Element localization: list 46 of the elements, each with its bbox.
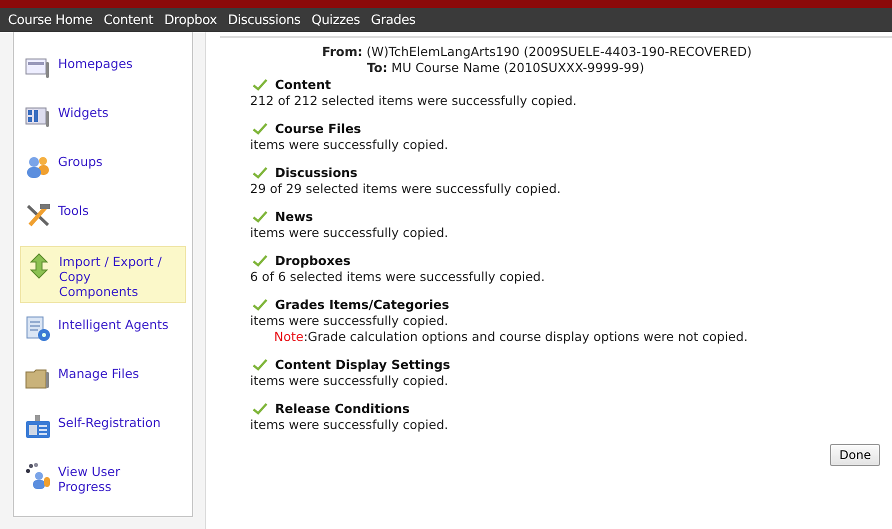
section-title: Content Display Settings — [275, 357, 450, 372]
tools-icon — [24, 201, 52, 229]
sidebar-link[interactable]: View User Progress — [58, 462, 170, 494]
to-text: To: MU Course Name (2010SUXXX-9999-99) — [366, 60, 646, 76]
result-message: 29 of 29 selected items were successfully copied. — [250, 181, 562, 197]
result-message: items were successfully copied. — [250, 313, 450, 329]
nav-link[interactable]: Dropbox — [164, 12, 217, 28]
section-title: Course Files — [275, 121, 362, 136]
section-title: Discussions — [275, 165, 358, 180]
id-badge-icon — [24, 413, 52, 441]
section-title: Content — [275, 77, 331, 92]
sidebar-link[interactable]: Widgets — [58, 103, 170, 120]
document-gear-icon — [24, 315, 52, 343]
section-title: Grades Items/Categories — [275, 297, 450, 312]
result-message: items were successfully copied. — [250, 417, 450, 433]
nav-link[interactable]: Grades — [370, 12, 416, 28]
done-button[interactable]: Done — [830, 444, 880, 466]
checkmark-icon — [252, 298, 268, 311]
result-message: 212 of 212 selected items were successfully copied. — [250, 93, 578, 109]
nav-link[interactable]: Content — [104, 12, 154, 28]
checkmark-icon — [252, 122, 268, 135]
nav-link[interactable]: Quizzes — [312, 12, 360, 28]
checkmark-icon — [252, 210, 268, 223]
sidebar-link[interactable]: Homepages — [58, 54, 170, 71]
result-message: items were successfully copied. — [250, 137, 450, 153]
section-title: Dropboxes — [275, 253, 351, 268]
sidebar-link[interactable]: Self-Registration — [58, 413, 170, 430]
checkmark-icon — [252, 402, 268, 415]
result-message: 6 of 6 selected items were successfully copied. — [250, 269, 546, 285]
note-text: Note:Grade calculation options and course display options were not copied. — [273, 329, 749, 345]
section-title: Release Conditions — [275, 401, 410, 416]
nav-link[interactable]: Course Home — [8, 12, 93, 28]
checkmark-icon — [252, 358, 268, 371]
from-text: From: (W)TchElemLangArts190 (2009SUELE-4403-190-RECOVERED) — [322, 44, 753, 60]
sidebar-link[interactable]: Groups — [58, 152, 170, 169]
sidebar-link[interactable]: Intelligent Agents — [58, 315, 170, 332]
result-message: items were successfully copied. — [250, 225, 450, 241]
checkmark-icon — [252, 254, 268, 267]
sidebar-link[interactable]: Tools — [58, 201, 170, 218]
checkmark-icon — [252, 78, 268, 91]
people-progress-icon — [24, 462, 52, 490]
checkmark-icon — [252, 166, 268, 179]
nav-link[interactable]: Discussions — [228, 12, 301, 28]
sidebar-link[interactable]: Manage Files — [58, 364, 170, 381]
result-message: items were successfully copied. — [250, 373, 450, 389]
section-title: News — [275, 209, 313, 224]
